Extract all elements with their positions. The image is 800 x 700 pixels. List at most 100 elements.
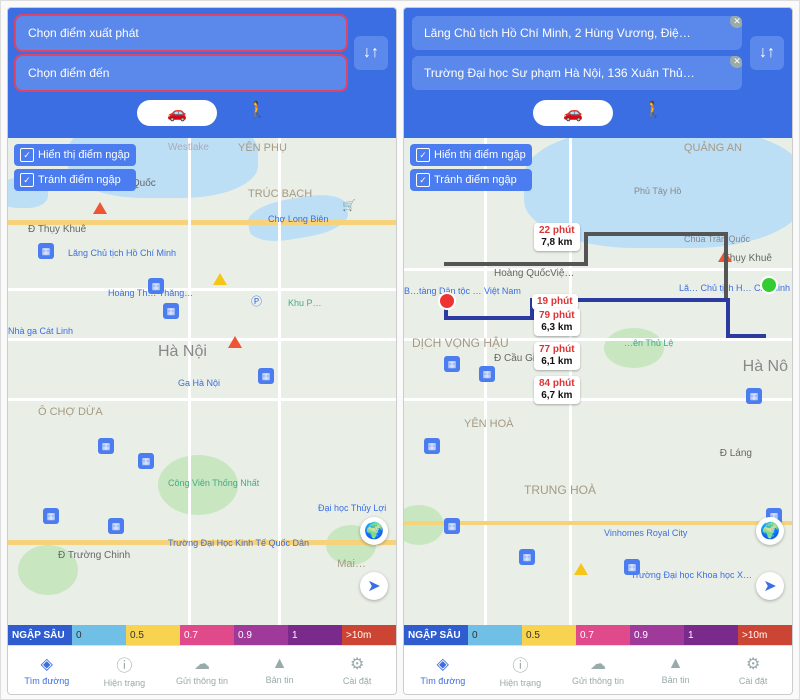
gear-icon: ⚙ (746, 654, 760, 674)
city-label: Hà Nô (743, 358, 788, 376)
to-input[interactable]: Trường Đại học Sư phạm Hà Nội, 136 Xuân … (412, 56, 742, 90)
poi: Trường Đại Học Kinh Tế Quốc Dân (168, 538, 309, 548)
map-label: DỊCH VỌNG HẬU (412, 336, 509, 350)
poi: Trường Đại học Khoa học X… (631, 570, 752, 580)
from-input[interactable]: Chọn điểm xuất phát (16, 16, 346, 50)
locate-button[interactable]: ➤ (756, 572, 784, 600)
poi: Khu P… (288, 298, 322, 308)
city-label: Hà Nội (158, 343, 207, 361)
cart-icon: 🛒 (342, 199, 356, 212)
swap-button[interactable]: ↓↑ (354, 36, 388, 70)
route-icon: ◈ (41, 654, 53, 674)
phone-right: Lăng Chủ tịch Hồ Chí Minh, 2 Hùng Vương,… (403, 7, 793, 695)
map[interactable]: ✓Hiển thị điểm ngập ✓Tránh điểm ngập 22 … (404, 138, 792, 625)
warning-icon (228, 336, 242, 348)
map-label: Đ Thụy Khuê (28, 224, 86, 235)
info-icon: ⓘ (116, 652, 132, 676)
tabbar: ◈Tìm đường ⓘHiện trạng ☁Gửi thông tin ▲B… (404, 645, 792, 694)
tab-news[interactable]: ▲Bản tin (637, 646, 715, 694)
car-icon: 🚗 (167, 103, 187, 123)
station-icon: ▦ (444, 518, 460, 534)
map-label: YÊN HOÀ (464, 418, 514, 430)
clear-icon[interactable]: ✕ (730, 56, 742, 68)
route-header: Chọn điểm xuất phát Chọn điểm đến ↓↑ 🚗 🚶 (8, 8, 396, 138)
swap-button[interactable]: ↓↑ (750, 36, 784, 70)
mode-car[interactable]: 🚗 (137, 100, 217, 126)
locate-button[interactable]: ➤ (360, 572, 388, 600)
globe-button[interactable]: 🌍 (360, 517, 388, 545)
map-label: Westlake (168, 142, 209, 153)
tab-send[interactable]: ☁Gửi thông tin (559, 646, 637, 694)
from-input[interactable]: Lăng Chủ tịch Hồ Chí Minh, 2 Hùng Vương,… (412, 16, 742, 50)
parking-icon: Ⓟ (251, 293, 262, 309)
map[interactable]: ✓Hiển thị điểm ngập ✓Tránh điểm ngập Wes… (8, 138, 396, 625)
map-label: QUẢNG AN (684, 142, 742, 154)
station-icon: ▦ (138, 453, 154, 469)
station-icon: ▦ (746, 388, 762, 404)
station-icon: ▦ (444, 356, 460, 372)
show-flood-checkbox[interactable]: ✓Hiển thị điểm ngập (14, 144, 136, 166)
station-icon: ▦ (479, 366, 495, 382)
poi: Công Viên Thống Nhất (168, 478, 259, 488)
route-option[interactable]: 79 phút6,3 km (534, 308, 580, 336)
clear-icon[interactable]: ✕ (730, 16, 742, 28)
info-icon: ⓘ (512, 652, 528, 676)
poi: B…tàng Dân tộc … Việt Nam (404, 286, 521, 296)
cloud-icon: ☁ (590, 654, 606, 674)
station-icon: ▦ (424, 438, 440, 454)
route-option[interactable]: 22 phút7,8 km (534, 223, 580, 251)
flood-legend: NGẬP SÂU 0 0.5 0.7 0.9 1 >10m (404, 625, 792, 645)
car-icon: 🚗 (563, 103, 583, 123)
warning-icon (93, 202, 107, 214)
end-pin (760, 276, 778, 294)
tab-status[interactable]: ⓘHiện trạng (86, 646, 164, 694)
cloud-icon: ☁ (194, 654, 210, 674)
flood-legend: NGẬP SÂU 0 0.5 0.7 0.9 1 >10m (8, 625, 396, 645)
map-label: Mai… (337, 558, 366, 570)
poi: Nhà ga Cát Linh (8, 326, 73, 336)
start-pin (438, 292, 456, 310)
map-label: Hoàng QuốcViệ… (494, 268, 574, 279)
globe-button[interactable]: 🌍 (756, 517, 784, 545)
map-label: YÊN PHỤ (238, 142, 287, 154)
tabbar: ◈Tìm đường ⓘHiện trạng ☁Gửi thông tin ▲B… (8, 645, 396, 694)
route-header: Lăng Chủ tịch Hồ Chí Minh, 2 Hùng Vương,… (404, 8, 792, 138)
walk-icon: 🚶 (247, 102, 267, 119)
map-label: Đ Láng (720, 448, 752, 459)
mode-walk[interactable]: 🚶 (247, 100, 267, 126)
avoid-flood-checkbox[interactable]: ✓Tránh điểm ngập (410, 169, 532, 191)
map-label: Đ Trường Chinh (58, 550, 130, 561)
tab-settings[interactable]: ⚙Cài đặt (318, 646, 396, 694)
station-icon: ▦ (519, 549, 535, 565)
station-icon: ▦ (108, 518, 124, 534)
tab-settings[interactable]: ⚙Cài đặt (714, 646, 792, 694)
walk-icon: 🚶 (643, 102, 663, 119)
tab-news[interactable]: ▲Bản tin (241, 646, 319, 694)
route-option[interactable]: 84 phút6,7 km (534, 376, 580, 404)
avoid-flood-checkbox[interactable]: ✓Tránh điểm ngập (14, 169, 136, 191)
map-label: TRUNG HOÀ (524, 483, 596, 497)
poi: …ên Thủ Lệ (624, 338, 673, 348)
poi: Chợ Long Biên (268, 214, 328, 224)
mode-car[interactable]: 🚗 (533, 100, 613, 126)
poi: Phủ Tây Hồ (634, 186, 681, 196)
route-option[interactable]: 77 phút6,1 km (534, 342, 580, 370)
warning-icon (574, 563, 588, 575)
map-label: TRÚC BẠCH (248, 188, 312, 200)
show-flood-checkbox[interactable]: ✓Hiển thị điểm ngập (410, 144, 532, 166)
station-icon: ▦ (624, 559, 640, 575)
tab-find-route[interactable]: ◈Tìm đường (404, 646, 482, 694)
news-icon: ▲ (668, 655, 684, 673)
route-icon: ◈ (437, 654, 449, 674)
station-icon: ▦ (98, 438, 114, 454)
tab-status[interactable]: ⓘHiện trạng (482, 646, 560, 694)
station-icon: ▦ (148, 278, 164, 294)
phone-left: Chọn điểm xuất phát Chọn điểm đến ↓↑ 🚗 🚶… (7, 7, 397, 695)
tab-send[interactable]: ☁Gửi thông tin (163, 646, 241, 694)
poi: Lăng Chủ tịch Hồ Chí Minh (68, 248, 176, 258)
poi: Ga Hà Nội (178, 378, 220, 388)
mode-walk[interactable]: 🚶 (643, 100, 663, 126)
station-icon: ▦ (163, 303, 179, 319)
to-input[interactable]: Chọn điểm đến (16, 56, 346, 90)
tab-find-route[interactable]: ◈Tìm đường (8, 646, 86, 694)
